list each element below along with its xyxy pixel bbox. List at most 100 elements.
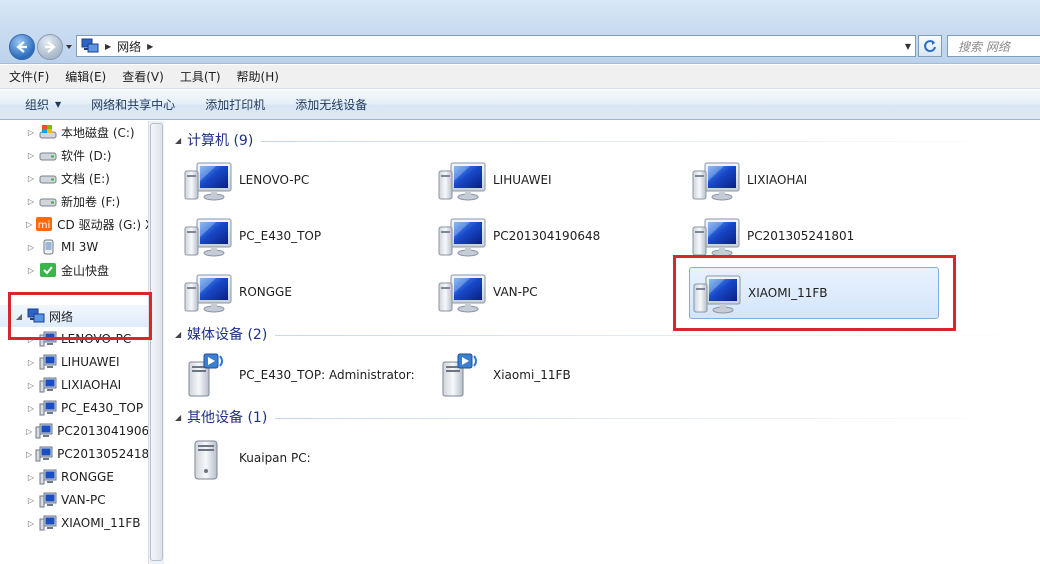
back-button[interactable] xyxy=(9,34,35,60)
computer-icon xyxy=(183,213,233,259)
collapse-group-icon[interactable]: ◢ xyxy=(175,413,187,422)
collapse-icon[interactable]: ◢ xyxy=(14,312,24,321)
computer-tile[interactable]: VAN-PC xyxy=(419,266,669,318)
address-bar[interactable]: ▶ 网络 ▶ ▼ xyxy=(76,35,916,57)
nav-item-label: MI 3W xyxy=(61,240,99,254)
drive-icon xyxy=(39,170,57,186)
tile-label: LIHUAWEI xyxy=(493,173,552,187)
expand-icon[interactable]: ▷ xyxy=(26,473,36,482)
expand-icon[interactable]: ▷ xyxy=(26,381,36,390)
computer-icon xyxy=(437,213,487,259)
computer-tile-selected[interactable]: XIAOMI_11FB xyxy=(689,267,939,319)
navigation-pane: ▷ 本地磁盘 (C:) ▷ 软件 (D:) ▷ 文档 (E:) ▷ 新加卷 (F… xyxy=(0,121,148,564)
nav-item-computer[interactable]: ▷ RONGGE xyxy=(0,466,148,488)
computer-tile[interactable]: PC201304190648 xyxy=(419,210,669,262)
group-title: 其他设备 (1) xyxy=(187,410,268,426)
nav-item-drive-f[interactable]: ▷ 新加卷 (F:) xyxy=(0,190,148,212)
forward-arrow-icon xyxy=(45,41,56,53)
expand-icon[interactable]: ▷ xyxy=(26,128,36,137)
computer-tile[interactable]: LENOVO-PC xyxy=(165,154,415,206)
expand-icon[interactable]: ▷ xyxy=(26,266,36,275)
add-wireless-device-button[interactable]: 添加无线设备 xyxy=(295,96,367,113)
refresh-button[interactable] xyxy=(918,35,942,57)
nav-item-label: LENOVO-PC xyxy=(61,332,132,346)
collapse-group-icon[interactable]: ◢ xyxy=(175,330,187,339)
nav-item-computer[interactable]: ▷ LIXIAOHAI xyxy=(0,374,148,396)
expand-icon[interactable]: ▷ xyxy=(26,151,36,160)
back-arrow-icon xyxy=(16,41,27,53)
expand-icon[interactable]: ▷ xyxy=(26,496,36,505)
nav-item-computer[interactable]: ▷ VAN-PC xyxy=(0,489,148,511)
expand-icon[interactable]: ▷ xyxy=(26,358,36,367)
computer-icon xyxy=(39,515,57,531)
computer-tile[interactable]: LIXIAOHAI xyxy=(673,154,923,206)
expand-icon[interactable]: ▷ xyxy=(26,220,32,229)
network-icon xyxy=(81,38,99,54)
nav-item-computer[interactable]: ▷ LENOVO-PC xyxy=(0,328,148,350)
nav-item-network[interactable]: ◢ 网络 xyxy=(0,305,148,327)
media-device-tile[interactable]: Xiaomi_11FB xyxy=(419,349,669,401)
nav-item-label: 金山快盘 xyxy=(61,263,110,278)
tile-label: VAN-PC xyxy=(493,285,538,299)
expand-icon[interactable]: ▷ xyxy=(26,427,32,436)
crumb-separator-icon[interactable]: ▶ xyxy=(105,42,111,51)
nav-item-drive-d[interactable]: ▷ 软件 (D:) xyxy=(0,144,148,166)
search-placeholder: 搜索 网络 xyxy=(958,39,1010,54)
computer-tile[interactable]: LIHUAWEI xyxy=(419,154,669,206)
nav-item-computer[interactable]: ▷ XIAOMI_11FB xyxy=(0,512,148,534)
nav-scrollbar[interactable] xyxy=(148,121,164,564)
group-header-other[interactable]: ◢ 其他设备 (1) xyxy=(175,407,1035,427)
menu-help[interactable]: 帮助(H) xyxy=(237,68,279,85)
crumb-separator-icon[interactable]: ▶ xyxy=(147,42,153,51)
expand-icon[interactable]: ▷ xyxy=(26,519,36,528)
group-header-computers[interactable]: ◢ 计算机 (9) xyxy=(175,130,1035,150)
nav-item-kuaipan[interactable]: ▷ 金山快盘 xyxy=(0,259,148,281)
recent-pages-dropdown-icon[interactable] xyxy=(65,43,73,51)
nav-item-computer[interactable]: ▷ PC201304190648 xyxy=(0,420,148,442)
computer-tile[interactable]: RONGGE xyxy=(165,266,415,318)
collapse-group-icon[interactable]: ◢ xyxy=(175,136,187,145)
computer-icon xyxy=(692,270,742,316)
network-center-button[interactable]: 网络和共享中心 xyxy=(91,96,175,113)
organize-button[interactable]: 组织 ▼ xyxy=(25,96,61,113)
menu-tools[interactable]: 工具(T) xyxy=(180,68,221,85)
expand-icon[interactable]: ▷ xyxy=(26,243,36,252)
nav-item-local-disk-c[interactable]: ▷ 本地磁盘 (C:) xyxy=(0,121,148,143)
expand-icon[interactable]: ▷ xyxy=(26,174,36,183)
address-dropdown-icon[interactable]: ▼ xyxy=(905,42,911,51)
expand-icon[interactable]: ▷ xyxy=(26,335,36,344)
scrollbar-thumb[interactable] xyxy=(150,123,163,561)
group-header-media[interactable]: ◢ 媒体设备 (2) xyxy=(175,324,1035,344)
nav-item-computer[interactable]: ▷ PC_E430_TOP xyxy=(0,397,148,419)
other-device-tile[interactable]: Kuaipan PC: xyxy=(165,432,415,484)
expand-icon[interactable]: ▷ xyxy=(26,197,36,206)
tile-label: PC201305241801 xyxy=(747,229,855,243)
computer-icon xyxy=(35,446,53,462)
add-printer-button[interactable]: 添加打印机 xyxy=(205,96,265,113)
nav-item-label: PC_E430_TOP xyxy=(61,401,144,415)
computer-tile[interactable]: PC201305241801 xyxy=(673,210,923,262)
computer-icon xyxy=(35,423,53,439)
tile-label: PC_E430_TOP xyxy=(239,229,322,243)
breadcrumb-network[interactable]: 网络 xyxy=(117,38,141,55)
computer-icon xyxy=(691,157,741,203)
search-input[interactable]: 搜索 网络 xyxy=(947,35,1040,57)
tile-label: Kuaipan PC: xyxy=(239,451,311,465)
refresh-icon xyxy=(924,40,936,53)
menu-view[interactable]: 查看(V) xyxy=(122,68,164,85)
media-device-tile[interactable]: PC_E430_TOP: Administrator: xyxy=(165,349,419,401)
nav-item-label: PC201304190648 xyxy=(57,424,148,438)
nav-item-cd-drive-g[interactable]: ▷ CD 驱动器 (G:) X xyxy=(0,213,148,235)
nav-item-computer[interactable]: ▷ PC201305241801 xyxy=(0,443,148,465)
computer-icon xyxy=(437,269,487,315)
menu-edit[interactable]: 编辑(E) xyxy=(65,68,106,85)
nav-item-computer[interactable]: ▷ LIHUAWEI xyxy=(0,351,148,373)
menu-file[interactable]: 文件(F) xyxy=(9,68,49,85)
nav-item-mi-3w[interactable]: ▷ MI 3W xyxy=(0,236,148,258)
expand-icon[interactable]: ▷ xyxy=(26,450,32,459)
expand-icon[interactable]: ▷ xyxy=(26,404,36,413)
computer-icon xyxy=(183,157,233,203)
computer-tile[interactable]: PC_E430_TOP xyxy=(165,210,415,262)
forward-button[interactable] xyxy=(37,34,63,60)
nav-item-drive-e[interactable]: ▷ 文档 (E:) xyxy=(0,167,148,189)
